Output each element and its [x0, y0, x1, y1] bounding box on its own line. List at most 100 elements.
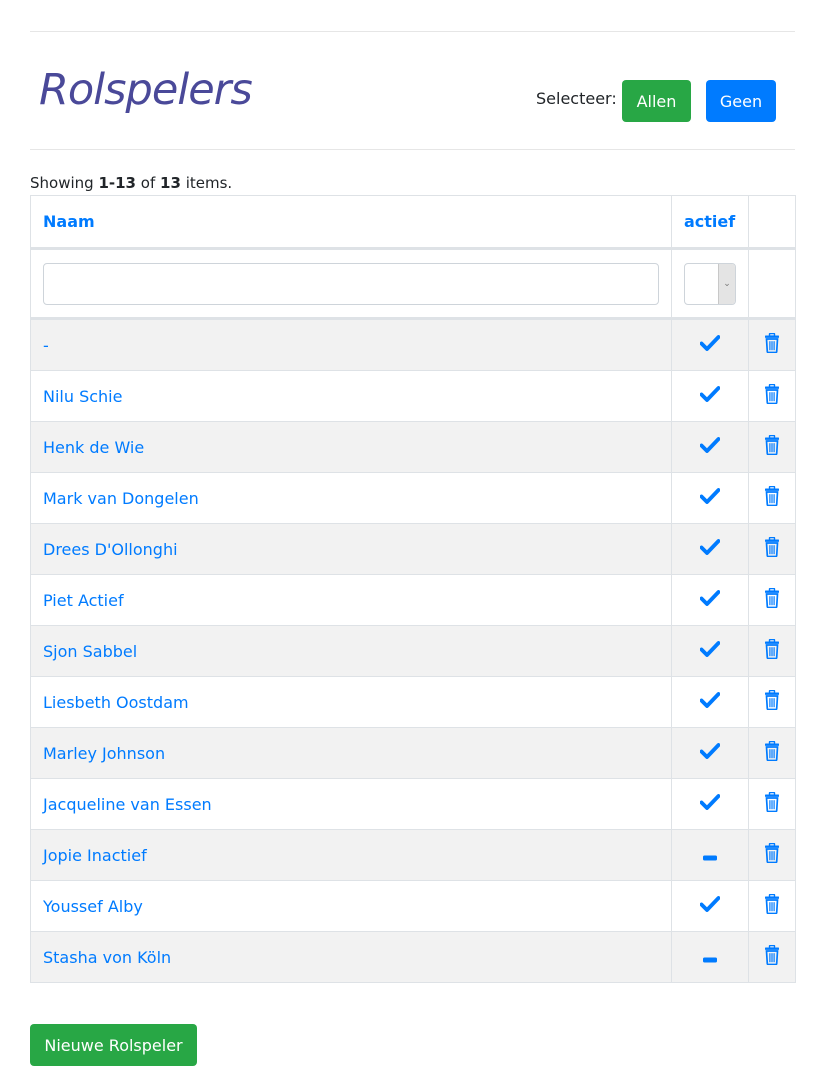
header-divider [30, 149, 795, 150]
filter-cell-active: ⌄ [671, 248, 749, 320]
trash-icon[interactable] [764, 536, 780, 561]
delete-cell [748, 676, 796, 728]
delete-cell [748, 523, 796, 575]
name-filter-input[interactable] [43, 262, 659, 305]
check-icon [699, 692, 721, 712]
table-row: Youssef Alby [30, 880, 796, 932]
sort-actief-link[interactable]: actief [684, 212, 735, 231]
delete-cell [748, 574, 796, 626]
trash-icon[interactable] [764, 893, 780, 918]
name-cell: Henk de Wie [30, 421, 672, 473]
delete-cell [748, 880, 796, 932]
rolspelers-table: Naam actief ⌄ - Nilu Schie Henk de Wie Mark… [30, 195, 796, 983]
rolspeler-name-link[interactable]: Nilu Schie [43, 387, 122, 406]
delete-cell [748, 829, 796, 881]
name-cell: Piet Actief [30, 574, 672, 626]
table-row: Piet Actief [30, 574, 796, 626]
name-cell: Mark van Dongelen [30, 472, 672, 524]
delete-cell [748, 472, 796, 524]
rolspeler-name-link[interactable]: Henk de Wie [43, 438, 144, 457]
rolspeler-name-link[interactable]: Jacqueline van Essen [43, 795, 212, 814]
filter-cell-empty [748, 248, 796, 320]
delete-cell [748, 318, 796, 371]
trash-icon[interactable] [764, 587, 780, 612]
check-icon [699, 743, 721, 763]
select-label: Selecteer: [536, 89, 617, 108]
active-filter-select[interactable]: ⌄ [684, 262, 736, 305]
name-cell: Jacqueline van Essen [30, 778, 672, 830]
delete-cell [748, 370, 796, 422]
rolspeler-name-link[interactable]: Marley Johnson [43, 744, 165, 763]
name-cell: Marley Johnson [30, 727, 672, 779]
active-cell [671, 421, 749, 473]
active-cell [671, 574, 749, 626]
rolspeler-name-link[interactable]: Mark van Dongelen [43, 489, 199, 508]
name-cell: Nilu Schie [30, 370, 672, 422]
name-cell: Youssef Alby [30, 880, 672, 932]
check-icon [699, 539, 721, 559]
rolspeler-name-link[interactable]: - [43, 336, 49, 355]
select-all-button[interactable]: Allen [622, 80, 691, 122]
page-title: Rolspelers [39, 65, 253, 115]
check-icon [699, 641, 721, 661]
check-icon [699, 386, 721, 406]
check-icon [699, 896, 721, 916]
trash-icon[interactable] [764, 434, 780, 459]
delete-cell [748, 421, 796, 473]
table-row: Sjon Sabbel [30, 625, 796, 677]
column-header-actief[interactable]: actief [671, 195, 749, 250]
trash-icon[interactable] [764, 944, 780, 969]
table-row: Henk de Wie [30, 421, 796, 473]
delete-cell [748, 931, 796, 983]
active-cell [671, 676, 749, 728]
rolspeler-name-link[interactable]: Sjon Sabbel [43, 642, 137, 661]
trash-icon[interactable] [764, 689, 780, 714]
table-row: Jopie Inactief [30, 829, 796, 881]
active-cell [671, 829, 749, 881]
check-icon [699, 590, 721, 610]
check-icon [699, 335, 721, 355]
name-cell: Drees D'Ollonghi [30, 523, 672, 575]
trash-icon[interactable] [764, 383, 780, 408]
check-icon [699, 488, 721, 508]
select-none-button[interactable]: Geen [706, 80, 776, 122]
trash-icon[interactable] [764, 740, 780, 765]
rolspeler-name-link[interactable]: Stasha von Köln [43, 948, 171, 967]
new-rolspeler-button[interactable]: Nieuwe Rolspeler [30, 1024, 197, 1066]
check-icon [699, 794, 721, 814]
name-cell: Stasha von Köln [30, 931, 672, 983]
sort-naam-link[interactable]: Naam [43, 212, 95, 231]
table-row: - [30, 318, 796, 371]
trash-icon[interactable] [764, 332, 780, 357]
rolspeler-name-link[interactable]: Liesbeth Oostdam [43, 693, 189, 712]
active-cell [671, 727, 749, 779]
trash-icon[interactable] [764, 638, 780, 663]
table-row: Marley Johnson [30, 727, 796, 779]
table-row: Nilu Schie [30, 370, 796, 422]
rolspeler-name-link[interactable]: Piet Actief [43, 591, 124, 610]
table-row: Stasha von Köln [30, 931, 796, 983]
minus-icon [703, 948, 717, 967]
trash-icon[interactable] [764, 842, 780, 867]
table-row: Mark van Dongelen [30, 472, 796, 524]
active-cell [671, 370, 749, 422]
delete-cell [748, 727, 796, 779]
top-divider [30, 31, 795, 32]
chevron-down-icon: ⌄ [718, 263, 735, 304]
name-cell: - [30, 318, 672, 371]
filter-cell-name [30, 248, 672, 320]
rolspeler-name-link[interactable]: Drees D'Ollonghi [43, 540, 178, 559]
trash-icon[interactable] [764, 485, 780, 510]
name-cell: Sjon Sabbel [30, 625, 672, 677]
rolspeler-name-link[interactable]: Youssef Alby [43, 897, 143, 916]
table-row: Liesbeth Oostdam [30, 676, 796, 728]
active-cell [671, 880, 749, 932]
name-cell: Jopie Inactief [30, 829, 672, 881]
table-row: Jacqueline van Essen [30, 778, 796, 830]
active-cell [671, 625, 749, 677]
trash-icon[interactable] [764, 791, 780, 816]
active-cell [671, 778, 749, 830]
column-header-naam[interactable]: Naam [30, 195, 672, 250]
rolspeler-name-link[interactable]: Jopie Inactief [43, 846, 147, 865]
delete-cell [748, 778, 796, 830]
